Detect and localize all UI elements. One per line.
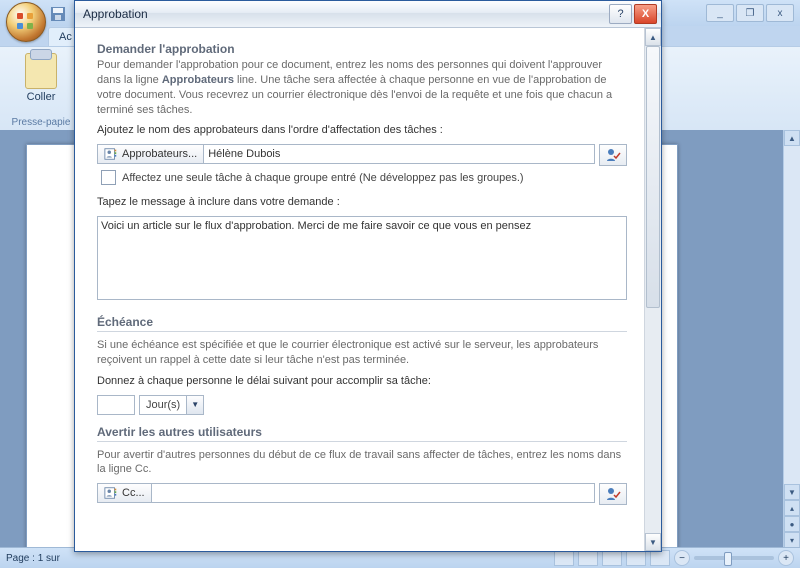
approvers-input[interactable] <box>204 144 595 164</box>
approvers-label: Ajoutez le nom des approbateurs dans l'o… <box>97 123 627 138</box>
zoom-in-button[interactable]: + <box>778 550 794 566</box>
scroll-down-icon[interactable]: ▼ <box>784 484 800 500</box>
next-page-icon[interactable]: ▾ <box>784 532 800 548</box>
cc-check-names-button[interactable] <box>599 483 627 505</box>
save-icon[interactable] <box>50 6 66 22</box>
scroll-thumb[interactable] <box>646 46 660 308</box>
clipboard-group-label: Presse-papie <box>2 117 80 128</box>
zoom-out-button[interactable]: − <box>674 550 690 566</box>
section-notify-text: Pour avertir d'autres personnes du début… <box>97 448 627 478</box>
word-vertical-scrollbar[interactable]: ▲ ▼ ▴ ● ▾ <box>783 130 800 548</box>
maximize-button[interactable]: ❐ <box>736 4 764 22</box>
view-draft-button[interactable] <box>650 550 670 566</box>
chevron-down-icon[interactable]: ▼ <box>186 396 203 414</box>
address-book-icon <box>104 486 118 500</box>
view-web-layout-button[interactable] <box>602 550 622 566</box>
page-status: Page : 1 sur <box>6 553 60 564</box>
cc-button-label: Cc... <box>122 487 145 499</box>
view-print-layout-button[interactable] <box>554 550 574 566</box>
window-controls: _ ❐ x <box>706 4 794 22</box>
dialog-title: Approbation <box>83 7 607 21</box>
address-book-icon <box>104 147 118 161</box>
paste-icon[interactable] <box>25 53 57 89</box>
section-notify-title: Avertir les autres utilisateurs <box>97 425 627 439</box>
office-button[interactable] <box>6 2 46 42</box>
dialog-vertical-scrollbar[interactable]: ▲ ▼ <box>644 28 661 551</box>
view-outline-button[interactable] <box>626 550 646 566</box>
message-label: Tapez le message à inclure dans votre de… <box>97 195 627 210</box>
window-close-button[interactable]: x <box>766 4 794 22</box>
minimize-button[interactable]: _ <box>706 4 734 22</box>
quick-access-toolbar <box>50 4 66 24</box>
duration-unit-combo[interactable]: Jour(s) ▼ <box>139 395 204 415</box>
scroll-down-icon[interactable]: ▼ <box>645 533 661 551</box>
section-deadline-text: Si une échéance est spécifiée et que le … <box>97 338 627 368</box>
browse-object-icon[interactable]: ● <box>784 516 800 532</box>
section-deadline-title: Échéance <box>97 315 627 329</box>
duration-input[interactable] <box>97 395 135 415</box>
scroll-up-icon[interactable]: ▲ <box>784 130 800 146</box>
view-full-screen-button[interactable] <box>578 550 598 566</box>
cc-input[interactable] <box>152 483 595 503</box>
dialog-help-button[interactable]: ? <box>609 4 632 24</box>
check-names-button[interactable] <box>599 144 627 166</box>
cc-picker-button[interactable]: Cc... <box>97 483 152 503</box>
person-check-icon <box>605 486 621 502</box>
paste-button[interactable]: Coller <box>2 91 80 103</box>
person-check-icon <box>605 147 621 163</box>
duration-unit-value: Jour(s) <box>140 399 186 411</box>
duration-label: Donnez à chaque personne le délai suivan… <box>97 374 627 389</box>
prev-page-icon[interactable]: ▴ <box>784 500 800 516</box>
message-textarea[interactable] <box>97 216 627 300</box>
scroll-up-icon[interactable]: ▲ <box>645 28 661 46</box>
approval-dialog: Approbation ? X Demander l'approbation P… <box>74 0 662 552</box>
approvers-picker-button[interactable]: Approbateurs... <box>97 144 204 164</box>
section-request-text: Pour demander l'approbation pour ce docu… <box>97 58 627 117</box>
zoom-slider[interactable] <box>694 556 774 560</box>
dialog-title-bar[interactable]: Approbation ? X <box>75 1 661 28</box>
single-task-label: Affectez une seule tâche à chaque groupe… <box>122 172 524 184</box>
section-request-title: Demander l'approbation <box>97 42 627 56</box>
dialog-close-button[interactable]: X <box>634 4 657 24</box>
single-task-checkbox[interactable] <box>101 170 116 185</box>
approvers-button-label: Approbateurs... <box>122 148 197 160</box>
